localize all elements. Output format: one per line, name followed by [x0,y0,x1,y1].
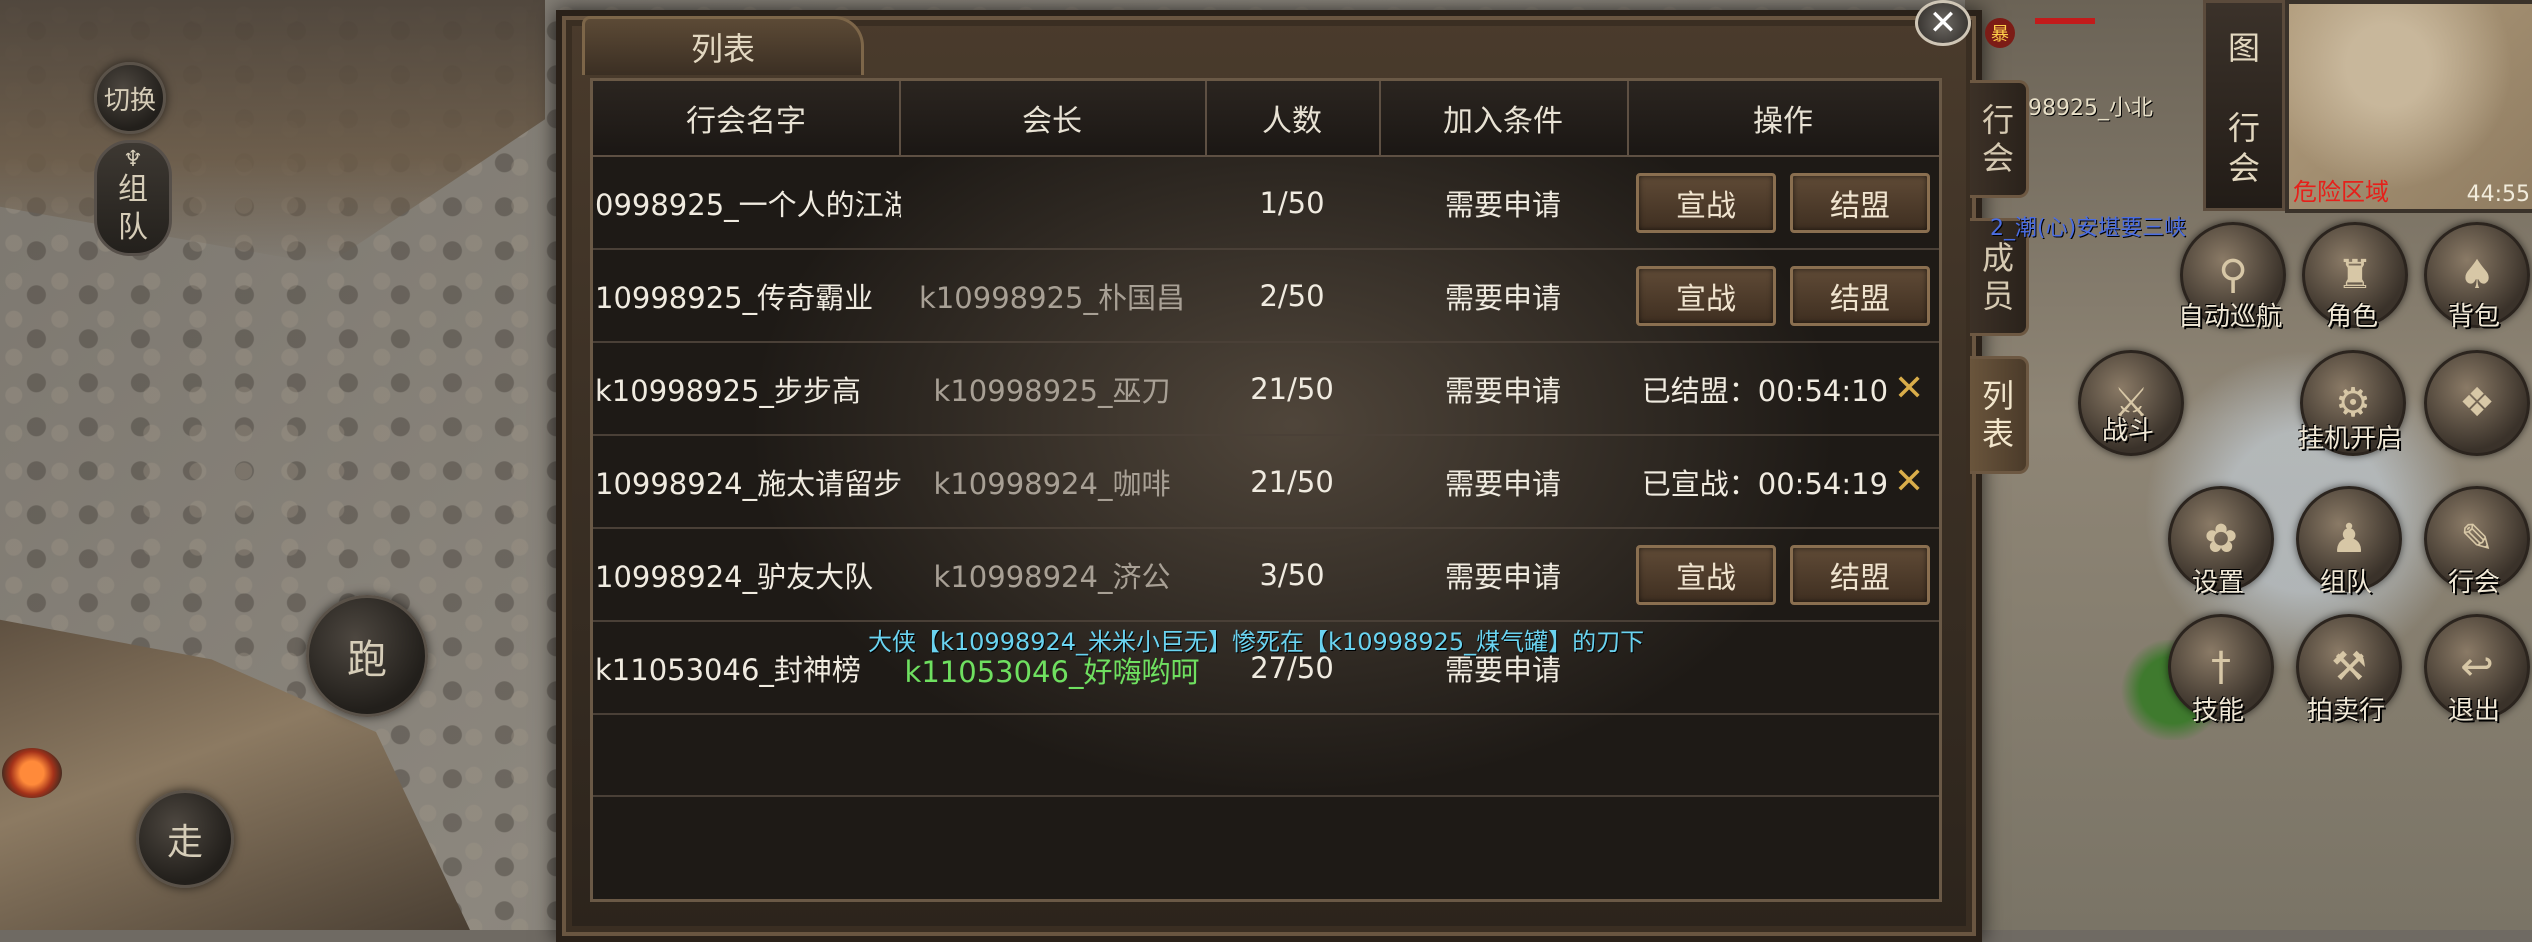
row-actions: 宣战 结盟 [1627,157,1939,248]
member-count: 3/50 [1259,557,1325,592]
character-label: 角色 [2325,302,2379,332]
ally-button[interactable]: 结盟 [1790,544,1930,605]
panel-title: 列表 [690,30,755,68]
declare-war-button[interactable]: 宣战 [1636,172,1776,233]
row-actions: 已结盟：00:54:10 ✕ [1627,343,1939,434]
table-row[interactable]: 10998924_驴友大队 k10998924_济公 3/50 需要申请 宣战 … [593,529,1939,622]
table-row[interactable]: 10998925_传奇霸业 k10998925_朴国昌 2/50 需要申请 宣战… [593,250,1939,343]
guild-leader [899,157,1205,248]
guild-leader: k10998925_朴国昌 [919,280,1185,315]
tab-members-label-2: 员 [1981,277,2014,315]
run-button[interactable]: 跑 [306,595,428,717]
table-row[interactable]: 10998924_施太请留步 k10998924_咖啡 21/50 需要申请 已… [593,436,1939,529]
skill-label: 技能 [2191,696,2245,726]
settings-label: 设置 [2191,568,2245,598]
table-row[interactable]: k10998925_步步高 k10998925_巫刀 21/50 需要申请 已结… [593,343,1939,436]
campfire-sprite [2,748,62,798]
auction-label: 拍卖行 [2306,696,2386,726]
declare-war-button[interactable]: 宣战 [1636,544,1776,605]
ally-button[interactable]: 结盟 [1790,172,1930,233]
member-count: 21/50 [1250,464,1334,499]
panel-title-tab: 列表 [582,16,864,75]
map-clock: 44:55 [2466,182,2530,207]
map-zone-label: 危险区域 [2293,178,2389,206]
bao-badge: 暴 [1985,18,2015,48]
tab-guild-label-2: 会 [1981,139,2014,177]
guild-leader: k10998925_巫刀 [933,373,1171,408]
trophy-icon: ♆ [123,147,143,172]
diamond-skill-button[interactable]: ❖ [2424,350,2530,456]
guild-hud-label: 行会 [2447,568,2501,598]
join-condition: 需要申请 [1444,280,1561,315]
member-count: 21/50 [1250,371,1334,406]
close-icon: ✕ [1928,3,1958,43]
auto-hang-label: 挂机开启 [2297,424,2403,454]
cancel-alliance-icon[interactable]: ✕ [1894,368,1924,409]
ally-button[interactable]: 结盟 [1790,265,1930,326]
header-guild-name: 行会名字 [686,104,806,139]
close-button[interactable]: ✕ [1915,0,1971,46]
auto-nav-label: 自动巡航 [2177,302,2283,332]
table-row[interactable]: 0998925_一个人的江湖 1/50 需要申请 宣战 结盟 [593,157,1939,250]
tab-members-label-1: 成 [1981,239,2014,277]
member-count: 1/50 [1259,185,1325,220]
team-button[interactable]: ♆ 组 队 [94,140,172,256]
war-status: 已宣战：00:54:19 [1641,466,1889,501]
table-header: 行会名字 会长 人数 加入条件 操作 [593,81,1939,157]
tab-list[interactable]: 列 表 [1970,356,2029,474]
tab-guild-label-1: 行 [1981,101,2014,139]
player-name: 98925_小北 [2028,96,2153,121]
declare-war-button[interactable]: 宣战 [1636,265,1776,326]
guild-shortcut-label-1: 行 [2227,109,2260,148]
map-button[interactable]: 图 [2228,23,2260,69]
tab-list-label-2: 表 [1981,415,2014,453]
guild-leader: k10998924_济公 [933,559,1171,594]
member-count: 2/50 [1259,278,1325,313]
guild-leader: k10998924_咖啡 [933,466,1171,501]
join-condition: 需要申请 [1444,187,1561,222]
map-side-menu: 图 行 会 [2203,0,2285,211]
guild-name: k10998925_步步高 [595,373,861,408]
guild-name: 10998925_传奇霸业 [595,280,874,315]
empty-row [593,715,1939,797]
guild-shortcut[interactable]: 行 会 [2228,108,2260,188]
cancel-war-icon[interactable]: ✕ [1894,461,1924,502]
alliance-status: 已结盟：00:54:10 [1641,373,1889,408]
guild-name: 0998925_一个人的江湖 [595,187,901,222]
join-condition: 需要申请 [1444,373,1561,408]
exit-label: 退出 [2447,696,2501,726]
system-kill-message: 大侠【k10998924_米米小巨无】惨死在【k10998925_煤气罐】的刀下 [868,628,1645,656]
header-join-condition: 加入条件 [1443,104,1563,139]
bag-label: 背包 [2447,302,2501,332]
guild-name: 10998924_驴友大队 [595,559,874,594]
switch-button[interactable]: 切换 [94,62,166,134]
header-action: 操作 [1753,104,1813,139]
guild-name: k11053046_封神榜 [595,652,861,687]
header-member-count: 人数 [1262,104,1322,139]
run-label: 跑 [347,637,387,683]
tab-guild[interactable]: 行 会 [1970,80,2029,198]
tab-list-label-1: 列 [1981,377,2014,415]
walk-label: 走 [166,822,203,863]
target-hp-bar [2035,18,2095,24]
join-condition: 需要申请 [1444,466,1561,501]
team-hud-label: 组队 [2319,568,2373,598]
team-label-1: 组 [118,172,148,207]
guild-name: 10998924_施太请留步 [595,466,901,501]
diamond-grid-icon: ❖ [2459,380,2495,426]
switch-label: 切换 [103,85,156,116]
join-condition: 需要申请 [1444,559,1561,594]
guild-table: 行会名字 会长 人数 加入条件 操作 0998925_一个人的江湖 1/50 需… [590,78,1942,902]
team-label-2: 队 [118,210,148,245]
row-actions: 已宣战：00:54:19 ✕ [1627,436,1939,527]
header-leader: 会长 [1022,104,1082,139]
guild-shortcut-label-2: 会 [2227,149,2260,188]
row-actions: 宣战 结盟 [1627,250,1939,341]
combat-label: 战斗 [2101,416,2155,446]
walk-button[interactable]: 走 [136,790,234,888]
player-guild-line: 2_潮(心)安堪要三峡 [1990,216,2187,241]
minimap[interactable]: 危险区域 44:55 [2285,0,2532,213]
row-actions: 宣战 结盟 [1627,529,1939,620]
